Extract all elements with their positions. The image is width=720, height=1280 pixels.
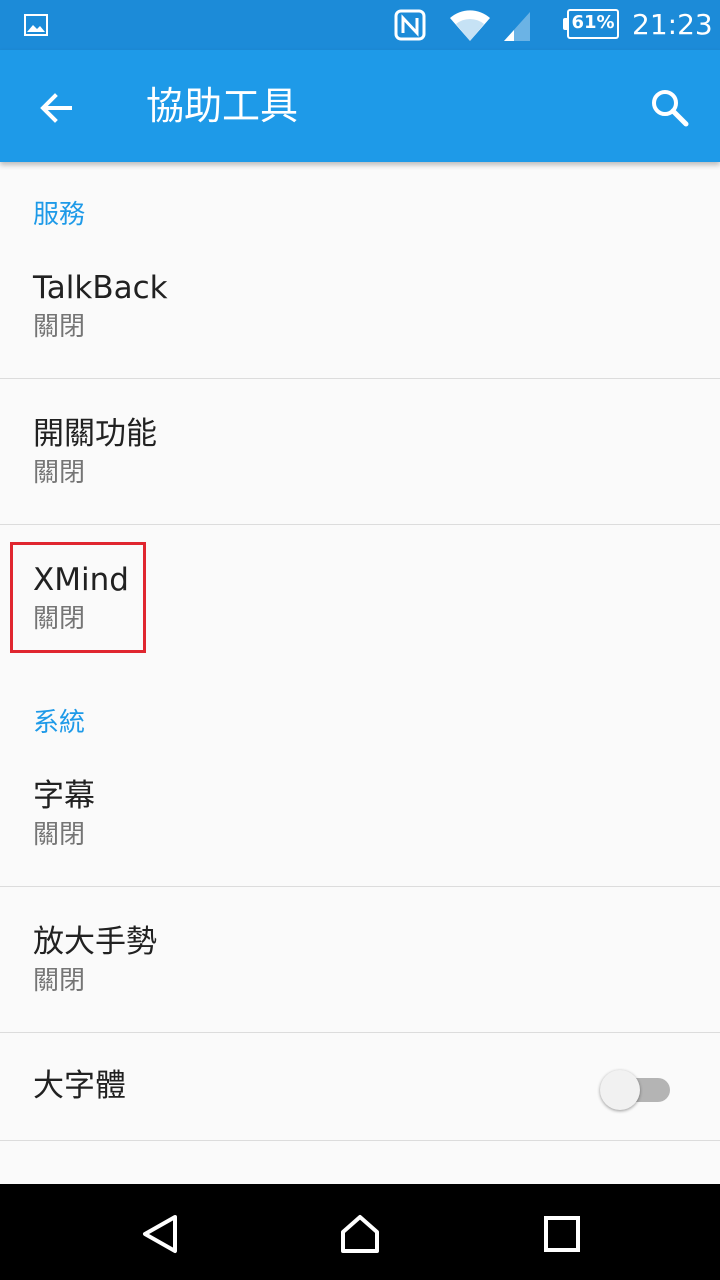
item-title: 大字體 xyxy=(33,1068,126,1104)
item-title: 字幕 xyxy=(33,778,95,814)
app-bar: 協助工具 xyxy=(0,50,720,162)
list-item-captions[interactable]: 字幕 關閉 xyxy=(0,770,720,886)
search-icon[interactable] xyxy=(648,86,692,130)
section-header-services: 服務 xyxy=(33,200,86,230)
item-subtitle: 關閉 xyxy=(33,966,86,996)
item-subtitle: 關閉 xyxy=(33,820,86,850)
list-item-talkback[interactable]: TalkBack 關閉 xyxy=(0,262,720,378)
item-subtitle: 關閉 xyxy=(33,458,86,488)
settings-list: 服務 TalkBack 關閉 開關功能 關閉 XMind 關閉 系統 字幕 關閉… xyxy=(0,162,720,1184)
back-arrow-icon[interactable] xyxy=(36,88,76,128)
list-item-magnification-gestures[interactable]: 放大手勢 關閉 xyxy=(0,916,720,1032)
clock: 21:23 xyxy=(632,8,713,41)
battery-icon: 61% xyxy=(563,9,619,39)
back-triangle-icon[interactable] xyxy=(140,1214,180,1254)
page-title: 協助工具 xyxy=(146,84,299,128)
list-item-switch-access[interactable]: 開關功能 關閉 xyxy=(0,408,720,524)
navigation-bar xyxy=(0,1184,720,1280)
home-icon[interactable] xyxy=(340,1214,380,1254)
highlight-box xyxy=(10,542,146,653)
item-subtitle: 關閉 xyxy=(33,312,86,342)
divider xyxy=(0,378,720,379)
divider xyxy=(0,1140,720,1141)
large-text-toggle[interactable] xyxy=(600,1067,672,1111)
cellular-signal-icon xyxy=(504,12,530,41)
status-bar: 61% 21:23 xyxy=(0,0,720,50)
section-header-system: 系統 xyxy=(33,708,86,738)
recents-icon[interactable] xyxy=(542,1214,582,1254)
item-title: TalkBack xyxy=(33,270,168,306)
item-title: 開關功能 xyxy=(33,416,157,452)
battery-percent: 61% xyxy=(571,12,615,33)
nfc-icon xyxy=(394,9,426,41)
divider xyxy=(0,886,720,887)
item-title: 放大手勢 xyxy=(33,924,157,960)
wifi-icon xyxy=(450,10,490,41)
gallery-notification-icon xyxy=(24,14,48,36)
divider xyxy=(0,524,720,525)
